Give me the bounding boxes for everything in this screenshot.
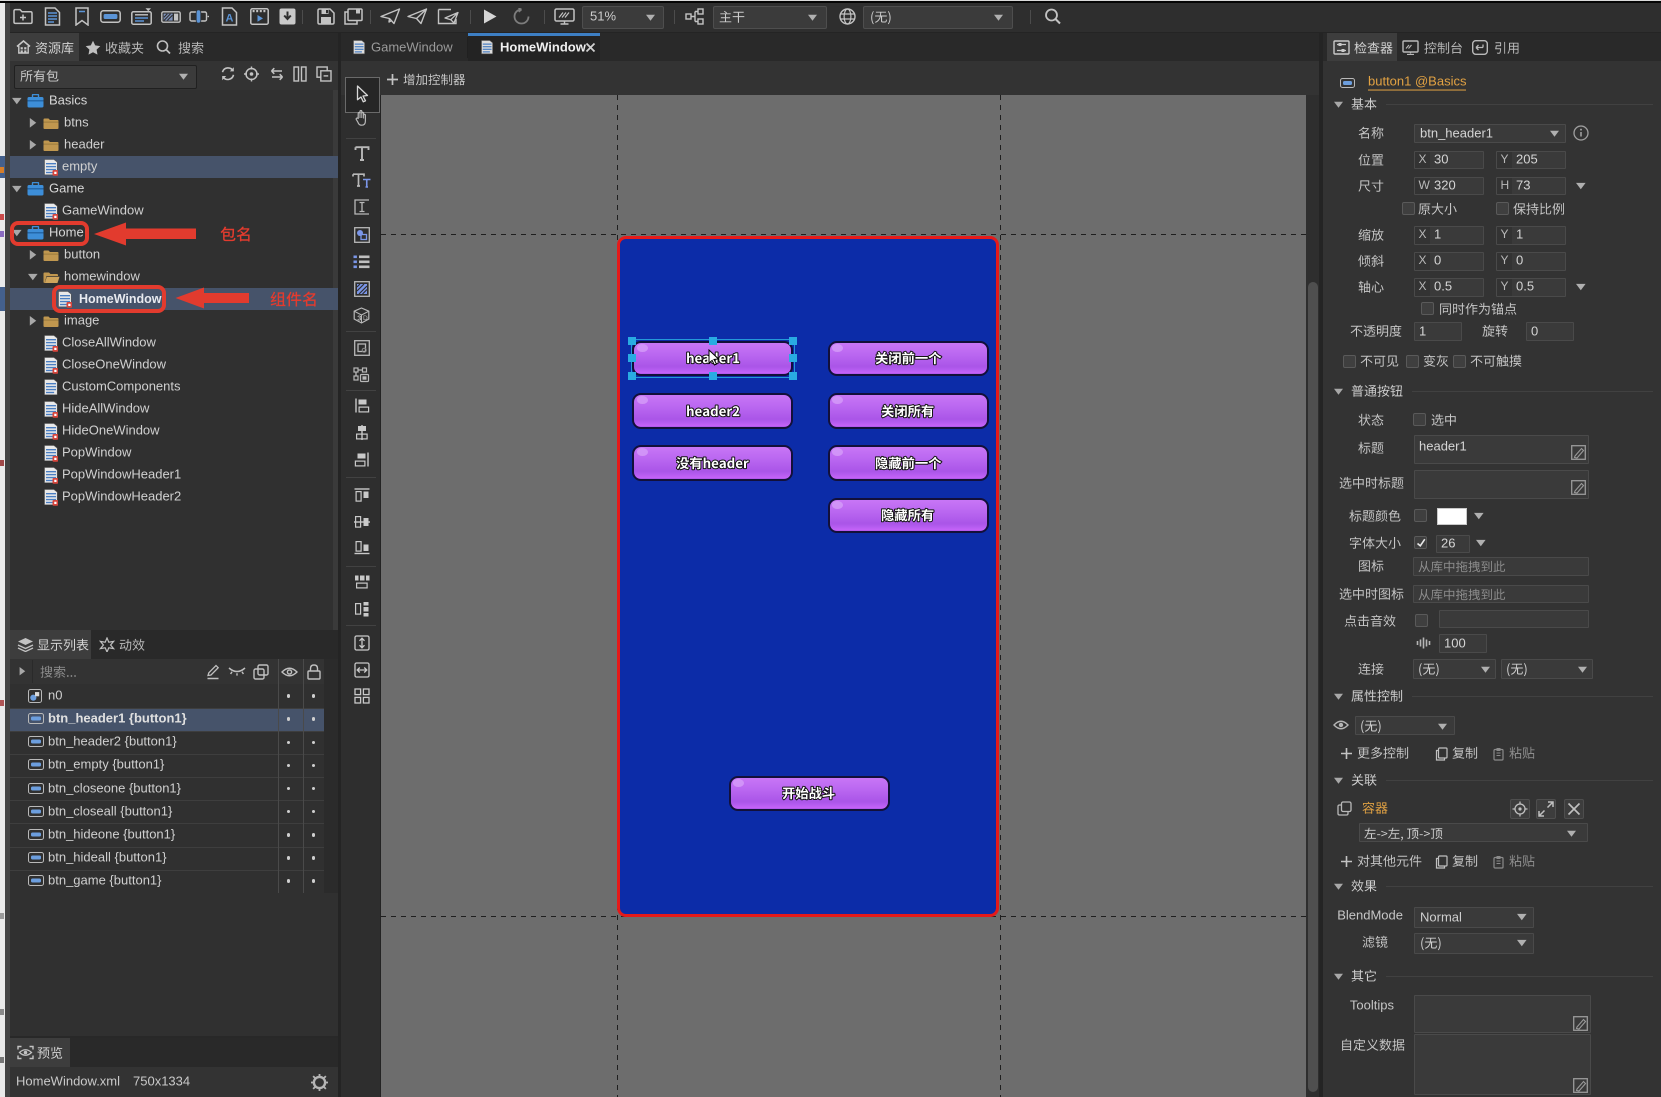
svg-text:3: 3 — [357, 314, 361, 323]
svg-text:A: A — [226, 13, 234, 25]
svg-text:D: D — [363, 315, 368, 322]
